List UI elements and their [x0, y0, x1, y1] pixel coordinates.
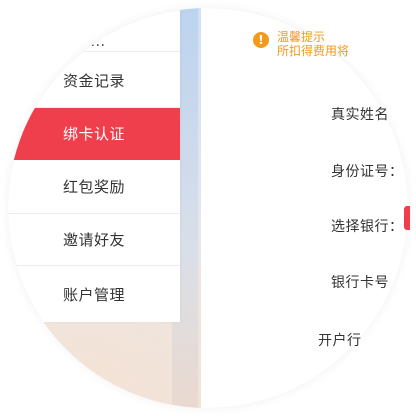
card-number-label: 银行卡号: [331, 275, 389, 291]
red-edge-accent: [404, 206, 410, 230]
select-bank-label: 选择银行：: [331, 219, 404, 235]
menu-item-account-management[interactable]: 账户管理: [8, 266, 180, 322]
menu-item-label: …: [90, 31, 106, 50]
menu-item-label: 绑卡认证: [62, 125, 125, 143]
warm-tip-notice: ! 温馨提示 所扣得费用将: [253, 30, 403, 58]
menu-item-label: 账户管理: [62, 285, 125, 304]
menu-item-label: 邀请好友: [62, 231, 125, 249]
bind-card-panel: [201, 8, 408, 408]
menu-item-bind-card[interactable]: 绑卡认证: [8, 108, 180, 160]
real-name-label: 真实姓名: [331, 107, 389, 123]
notice-line-1: 温馨提示: [277, 30, 326, 44]
menu-item-truncated[interactable]: …: [8, 8, 180, 52]
id-number-label: 身份证号：: [331, 164, 404, 180]
notice-text: 温馨提示 所扣得费用将: [277, 30, 349, 58]
menu-item-fund-records[interactable]: 资金记录: [8, 54, 180, 108]
menu-item-red-packet[interactable]: 红包奖励: [8, 160, 180, 214]
menu-item-label: 红包奖励: [62, 178, 125, 196]
account-side-menu: … 资金记录 绑卡认证 红包奖励 邀请好友 账户管理: [8, 8, 180, 322]
notice-line-2: 所扣得费用将: [277, 44, 350, 58]
menu-item-invite-friends[interactable]: 邀请好友: [8, 214, 180, 266]
menu-item-label: 资金记录: [62, 72, 125, 90]
bank-branch-label: 开户行: [318, 333, 362, 349]
warning-icon: !: [253, 32, 269, 48]
